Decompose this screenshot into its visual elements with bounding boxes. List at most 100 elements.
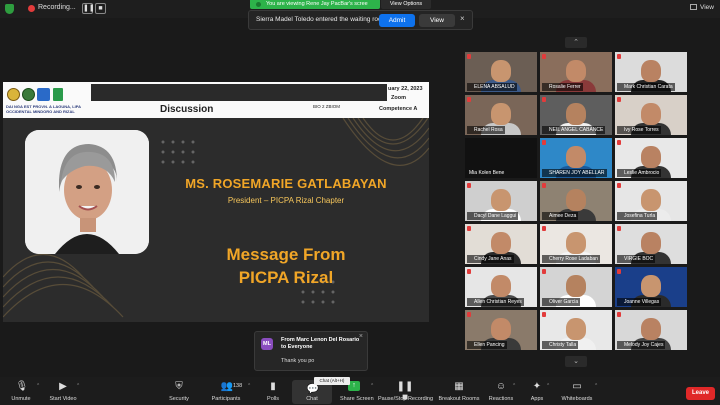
participant-face xyxy=(641,232,661,254)
partner-logo-icon xyxy=(37,88,50,101)
chat-tooltip: Chat (Alt+H) xyxy=(314,377,350,385)
close-icon[interactable]: × xyxy=(460,14,465,23)
participant-name: Aimee Deza xyxy=(542,212,579,220)
slide-venue: BIO 2 ZBIOM xyxy=(313,104,341,109)
mic-muted-icon xyxy=(541,182,546,188)
slide-heading: Discussion xyxy=(160,104,214,115)
slide-platform: Zoom xyxy=(391,95,406,101)
speaker-title: President – PICPA Rizal Chapter xyxy=(227,196,345,205)
participant-tile[interactable]: VIRGIE BOC xyxy=(615,224,687,264)
participant-tile[interactable]: Cherry Rose Ladaban xyxy=(540,224,612,264)
admit-button[interactable]: Admit xyxy=(379,14,415,27)
participant-tile[interactable]: Ellen Pancing xyxy=(465,310,537,350)
participant-tile[interactable]: Joanne Villegas xyxy=(615,267,687,307)
participant-face xyxy=(566,232,586,254)
participant-face xyxy=(491,275,511,297)
participant-tile[interactable]: Christy Talla xyxy=(540,310,612,350)
apps-caret-icon[interactable]: ⌃ xyxy=(546,383,550,389)
chat-notification[interactable]: ML From Marc Lenon Del Rosario to Everyo… xyxy=(254,331,368,371)
participant-name: Christy Talla xyxy=(542,341,579,349)
leave-button[interactable]: Leave xyxy=(686,387,715,400)
participant-tile[interactable]: NEIL ANGEL CABANCE xyxy=(540,95,612,135)
participant-name: Mark Christian Carata xyxy=(617,83,675,91)
security-button[interactable]: ⛨ Security xyxy=(162,377,196,405)
participant-name: Cindy Jane Anas xyxy=(467,255,514,263)
polls-button[interactable]: ▮ Polls xyxy=(256,377,290,405)
mic-muted-icon xyxy=(466,225,471,231)
breakout-rooms-button[interactable]: ▦ Breakout Rooms xyxy=(437,377,481,405)
breakout-rooms-icon: ▦ xyxy=(454,381,464,392)
mic-muted-icon xyxy=(466,268,471,274)
participant-tile[interactable]: Josefina Turla xyxy=(615,181,687,221)
mic-muted-icon xyxy=(616,311,621,317)
reactions-button[interactable]: ☺ Reactions xyxy=(486,377,516,405)
organization-text: DAI NGA EST PROVN. A LAGUNA, LIPA OCCIDE… xyxy=(6,104,81,114)
whiteboard-icon: ▭ xyxy=(572,381,582,392)
participant-face xyxy=(491,232,511,254)
participant-tile[interactable]: Aimee Deza xyxy=(540,181,612,221)
mic-muted-icon xyxy=(541,268,546,274)
chat-sender: From Marc Lenon Del Rosario to Everyone xyxy=(281,337,360,350)
pause-recording-icon[interactable]: ❚❚ xyxy=(82,3,95,14)
stop-recording-icon[interactable]: ■ xyxy=(95,3,106,14)
shield-icon[interactable] xyxy=(5,4,14,14)
participant-tile[interactable]: Leslie Ambrocio xyxy=(615,138,687,178)
recording-dot-icon xyxy=(28,5,35,12)
view-options-button[interactable]: View Options xyxy=(381,0,431,9)
participant-tile[interactable]: Rachel Rosa xyxy=(465,95,537,135)
video-options-caret-icon[interactable]: ⌃ xyxy=(76,383,80,389)
participant-tile[interactable]: Ivy Rose Torres xyxy=(615,95,687,135)
participant-tile[interactable]: Rosalie Ferrer xyxy=(540,52,612,92)
grid-view-icon xyxy=(690,4,698,10)
mic-muted-icon xyxy=(466,96,471,102)
participants-button[interactable]: 👥 Participants xyxy=(208,377,244,405)
mic-muted-icon xyxy=(616,139,621,145)
participant-tile[interactable]: Allen Christian Reyes xyxy=(465,267,537,307)
slide-competence: Competence A xyxy=(379,106,418,112)
mic-muted-icon xyxy=(466,311,471,317)
message-line-2: PICPA Rizal xyxy=(238,268,334,287)
view-waiting-room-button[interactable]: View xyxy=(419,14,455,27)
unmute-button[interactable]: 🎙 Unmute xyxy=(4,377,38,405)
participants-caret-icon[interactable]: ⌃ xyxy=(247,383,251,389)
audio-options-caret-icon[interactable]: ⌃ xyxy=(36,383,40,389)
participant-face xyxy=(566,189,586,211)
participant-name: Ellen Pancing xyxy=(467,341,507,349)
participant-tile[interactable]: Cindy Jane Anas xyxy=(465,224,537,264)
apps-button[interactable]: ✦ Apps xyxy=(524,377,550,405)
reactions-icon: ☺ xyxy=(495,381,507,392)
participant-face xyxy=(491,103,511,125)
participant-name: Mia Kolen Bene xyxy=(469,170,505,176)
participant-tile[interactable]: Dacyl Dane Laggui xyxy=(465,181,537,221)
participant-face xyxy=(641,275,661,297)
gallery-scroll-up-button[interactable]: ⌃ xyxy=(565,37,587,48)
participant-tile[interactable]: SHAREN JOY ABELLAR xyxy=(540,138,612,178)
participant-name: NEIL ANGEL CABANCE xyxy=(542,126,606,134)
participant-name: Rachel Rosa xyxy=(467,126,505,134)
participant-name: SHAREN JOY ABELLAR xyxy=(542,169,607,177)
viewing-screen-banner: You are viewing Rene Jay PacBar's scree xyxy=(250,0,380,9)
participant-name: Josefina Turla xyxy=(617,212,658,220)
participant-tile[interactable]: Mia Kolen Bene xyxy=(465,138,537,178)
participant-name: Joanne Villegas xyxy=(617,298,662,306)
participant-tile[interactable]: Mark Christian Carata xyxy=(615,52,687,92)
participant-face xyxy=(641,318,661,340)
participant-face xyxy=(566,318,586,340)
reactions-caret-icon[interactable]: ⌃ xyxy=(512,383,516,389)
participant-name: Leslie Ambrocio xyxy=(617,169,662,177)
whiteboards-button[interactable]: ▭ Whiteboards xyxy=(558,377,596,405)
start-video-button[interactable]: ▶ Start Video xyxy=(44,377,82,405)
pause-stop-recording-button[interactable]: ❚❚ ■ Pause/Stop Recording xyxy=(378,377,433,405)
participant-tile[interactable]: ELENA ABSALUD xyxy=(465,52,537,92)
participant-tile[interactable]: Melody Joy Cajes xyxy=(615,310,687,350)
close-icon[interactable]: × xyxy=(359,333,363,340)
participant-face xyxy=(641,60,661,82)
mic-muted-icon xyxy=(541,311,546,317)
view-button[interactable]: View xyxy=(690,4,714,11)
whiteboards-caret-icon[interactable]: ⌃ xyxy=(594,383,598,389)
pause-stop-icon: ❚❚ ■ xyxy=(396,381,414,403)
participant-tile[interactable]: Oliver Garcia xyxy=(540,267,612,307)
share-status-icon xyxy=(256,2,261,7)
share-options-caret-icon[interactable]: ⌃ xyxy=(370,383,374,389)
gallery-scroll-down-button[interactable]: ⌄ xyxy=(565,356,587,367)
